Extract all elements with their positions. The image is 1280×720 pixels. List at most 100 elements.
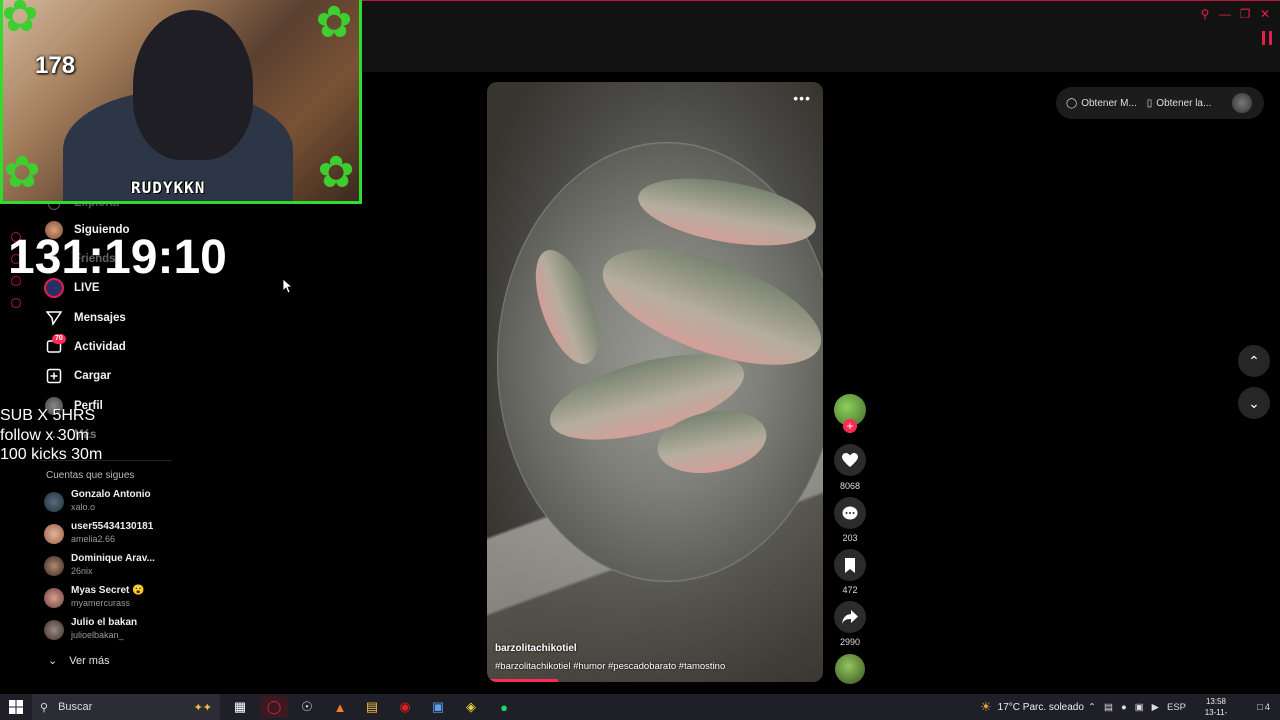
notification-center[interactable]: □ 4 — [1257, 694, 1270, 720]
app-icon[interactable]: ◈ — [457, 696, 485, 718]
taskbar: ⚲ Buscar ✦✦ ▦ ◯ ☉ ▲ ▤ ◉ ▣ ◈ ● ☀ 17°C Par… — [0, 694, 1280, 720]
following-title: Cuentas que sigues — [46, 470, 135, 481]
weather-icon: ☀ — [980, 699, 992, 714]
window-controls: ⚲ — ❐ ✕ — [1198, 7, 1272, 21]
video-author[interactable]: barzolitachikotiel — [495, 643, 577, 654]
microphone-icon[interactable]: ● — [1121, 702, 1127, 713]
goal-line: follow x 30m — [0, 426, 89, 444]
language-indicator[interactable]: ESP — [1167, 702, 1186, 713]
activity-badge: 70 — [52, 334, 66, 344]
following-account[interactable]: Dominique Arav... 26nix — [44, 552, 194, 580]
get-app-bar: ◯ Obtener M... ▯ Obtener la... — [1056, 87, 1264, 119]
nav-messages[interactable]: Mensajes — [44, 305, 194, 331]
see-more-button[interactable]: ⌄ Ver más — [48, 654, 110, 668]
folder-icon[interactable]: ▤ — [358, 696, 386, 718]
share-button[interactable] — [834, 601, 866, 633]
account-name: Julio el bakan — [71, 617, 138, 628]
nav-upload[interactable]: Cargar — [44, 363, 194, 389]
video-caption[interactable]: #barzolitachikotiel #humor #pescadobarat… — [495, 661, 725, 672]
start-button[interactable] — [0, 694, 32, 720]
profile-avatar[interactable] — [1232, 93, 1252, 113]
following-account[interactable]: Myas Secret 😮 myamercurass — [44, 584, 194, 612]
see-more-label: Ver más — [69, 654, 110, 667]
app-icon[interactable]: ◉ — [391, 696, 419, 718]
weather-label: 17°C Parc. soleado — [997, 701, 1084, 713]
follow-button[interactable]: + — [843, 419, 857, 433]
leaf-icon: ✿ — [1, 0, 39, 41]
chevron-up-icon[interactable]: ⌃ — [1088, 702, 1096, 713]
avatar — [44, 492, 64, 512]
get-mobile-app-button[interactable]: ▯ Obtener la... — [1147, 98, 1212, 109]
spotify-icon[interactable]: ● — [490, 696, 518, 718]
system-tray: ⌃ ▤ ● ▣ ▶ ESP — [1088, 694, 1186, 720]
nav-activity[interactable]: 70 Actividad — [44, 334, 194, 360]
save-count: 472 — [842, 585, 858, 595]
video-menu-button[interactable]: ••• — [793, 90, 811, 106]
clock-time: 13:58 — [1205, 697, 1227, 706]
send-icon — [44, 308, 64, 328]
network-icon[interactable]: ▣ — [1135, 702, 1144, 713]
get-desktop-app-button[interactable]: ◯ Obtener M... — [1066, 98, 1137, 109]
heart-icon — [842, 452, 858, 467]
goal-line: 100 kicks 30m — [0, 446, 103, 463]
like-count: 8068 — [839, 481, 861, 491]
next-video-button[interactable]: ⌄ — [1238, 387, 1270, 419]
get-mobile-app-label: Obtener la... — [1156, 97, 1212, 109]
tray-app-icon[interactable]: ▤ — [1104, 702, 1113, 713]
notification-icon: □ — [1256, 701, 1263, 713]
chevron-down-icon: ⌄ — [48, 655, 58, 667]
bookmark-icon — [845, 557, 855, 573]
comment-button[interactable] — [834, 497, 866, 529]
account-username: amelia2.66 — [71, 534, 116, 544]
goal-line: SUB X 5HRS — [0, 407, 96, 424]
video-progress[interactable] — [487, 679, 558, 682]
music-disc[interactable] — [835, 654, 865, 684]
clock[interactable]: 13:58 13-11-2025 — [1196, 696, 1236, 720]
account-username: myamercurass — [71, 598, 131, 608]
app-icon[interactable]: ▲ — [326, 696, 354, 718]
app-icon[interactable]: ☉ — [293, 696, 321, 718]
weather-widget[interactable]: ☀ 17°C Parc. soleado — [980, 694, 1084, 720]
nav-messages-label: Mensajes — [74, 312, 126, 324]
following-account[interactable]: Julio el bakan julioelbakan_ — [44, 616, 194, 644]
account-name: Gonzalo Antonio — [71, 489, 151, 500]
search-icon: ⚲ — [40, 701, 49, 714]
sparkle-icon: ✦✦ — [193, 701, 212, 714]
activity-icon: 70 — [44, 334, 66, 357]
comment-icon — [842, 506, 858, 519]
rail-dot-icon[interactable] — [11, 298, 21, 308]
account-name: user55434130181 — [71, 521, 154, 532]
notification-count: 4 — [1264, 701, 1270, 713]
like-button[interactable] — [834, 444, 866, 476]
download-icon: ◯ — [1066, 97, 1078, 109]
search-icon[interactable]: ⚲ — [1198, 7, 1212, 21]
comment-count: 203 — [842, 533, 858, 543]
close-icon[interactable]: ✕ — [1258, 7, 1272, 21]
get-desktop-app-label: Obtener M... — [1081, 97, 1137, 109]
pause-icon[interactable] — [1262, 31, 1272, 45]
task-view-icon[interactable]: ▦ — [226, 696, 254, 718]
app-icon-active[interactable]: ◯ — [260, 696, 288, 718]
mouse-cursor-icon — [283, 279, 293, 294]
minimize-icon[interactable]: — — [1218, 7, 1232, 21]
following-account[interactable]: user55434130181 amelia2.66 — [44, 520, 194, 548]
video-player[interactable]: ••• barzolitachikotiel #barzolitachikoti… — [487, 82, 823, 682]
nav-upload-label: Cargar — [74, 370, 112, 382]
store-icon[interactable]: ▣ — [424, 696, 452, 718]
volume-icon[interactable]: ▶ — [1152, 702, 1159, 713]
stream-timer: 131:19:10 — [8, 231, 227, 284]
taskbar-search[interactable]: ⚲ Buscar ✦✦ — [32, 694, 220, 720]
streamer-logo: RUDYKKN — [131, 178, 206, 197]
windows-icon — [9, 700, 23, 714]
avatar — [44, 524, 64, 544]
following-account[interactable]: Gonzalo Antonio xalo.o — [44, 488, 194, 516]
account-name: Dominique Arav... — [71, 553, 155, 564]
avatar — [44, 556, 64, 576]
avatar — [44, 620, 64, 640]
phone-icon: ▯ — [1146, 97, 1153, 109]
previous-video-button[interactable]: ⌃ — [1238, 345, 1270, 377]
webcam-head — [133, 10, 253, 160]
restore-icon[interactable]: ❐ — [1238, 7, 1252, 21]
save-button[interactable] — [834, 549, 866, 581]
account-username: xalo.o — [71, 502, 96, 512]
